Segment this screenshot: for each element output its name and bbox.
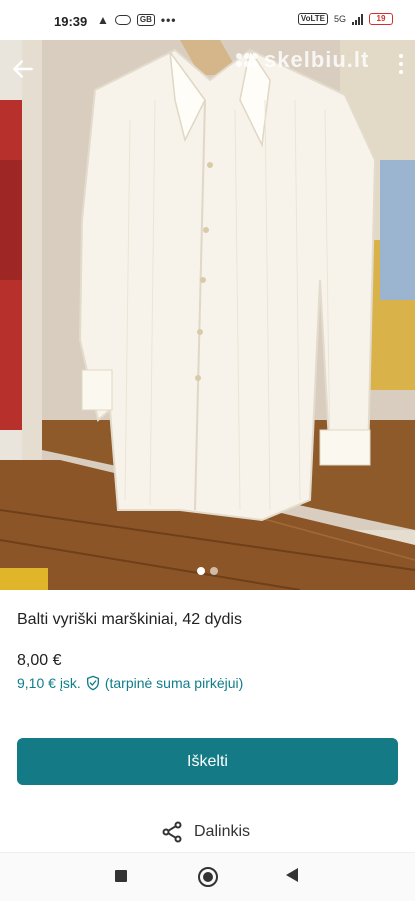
buyer-note: (tarpinė suma pirkėjui): [104, 675, 244, 691]
more-notifications-icon: •••: [160, 13, 177, 27]
status-time: 19:39: [54, 14, 88, 29]
watermark-logo: skelbiu.lt: [236, 47, 369, 73]
back-arrow-icon[interactable]: [10, 56, 36, 82]
back-triangle-icon[interactable]: [286, 868, 298, 882]
warning-icon: ▲: [97, 13, 109, 27]
network-type: 5G: [333, 14, 346, 24]
buyer-price-line: 9,10 € įsk. (tarpinė suma pirkėjui): [17, 674, 243, 692]
listing-title: Balti vyriški marškiniai, 42 dydis: [17, 611, 242, 628]
logo-dots-icon: [236, 53, 258, 67]
link-icon: [114, 15, 131, 25]
home-icon[interactable]: [198, 867, 218, 887]
data-badge: GB: [136, 14, 155, 26]
shield-check-icon: [86, 675, 99, 691]
share-button[interactable]: Dalinkis: [160, 820, 250, 844]
pager-dot[interactable]: [210, 567, 218, 575]
battery-icon: 19: [369, 13, 393, 25]
shirt-photo-image: [0, 40, 415, 590]
status-icons-right: VoLTE 5G 19: [297, 13, 393, 25]
status-bar: 19:39 ▲ GB ••• VoLTE 5G 19: [0, 0, 415, 40]
signal-icon: [352, 13, 363, 25]
buyer-price: 9,10 € įsk.: [17, 675, 81, 691]
listing-price: 8,00 €: [17, 652, 62, 669]
photo-pager: [197, 567, 218, 575]
recent-apps-icon[interactable]: [115, 870, 127, 882]
pager-dot-active[interactable]: [197, 567, 205, 575]
volte-badge: VoLTE: [297, 13, 328, 25]
status-icons-left: ▲ GB •••: [97, 13, 177, 27]
system-nav-bar: [0, 852, 415, 901]
more-vertical-icon[interactable]: [399, 54, 403, 74]
share-label: Dalinkis: [194, 823, 251, 840]
listing-photo[interactable]: skelbiu.lt: [0, 40, 415, 590]
share-icon: [162, 821, 182, 843]
watermark-text: skelbiu.lt: [264, 47, 370, 72]
promote-button[interactable]: Iškelti: [17, 738, 398, 785]
